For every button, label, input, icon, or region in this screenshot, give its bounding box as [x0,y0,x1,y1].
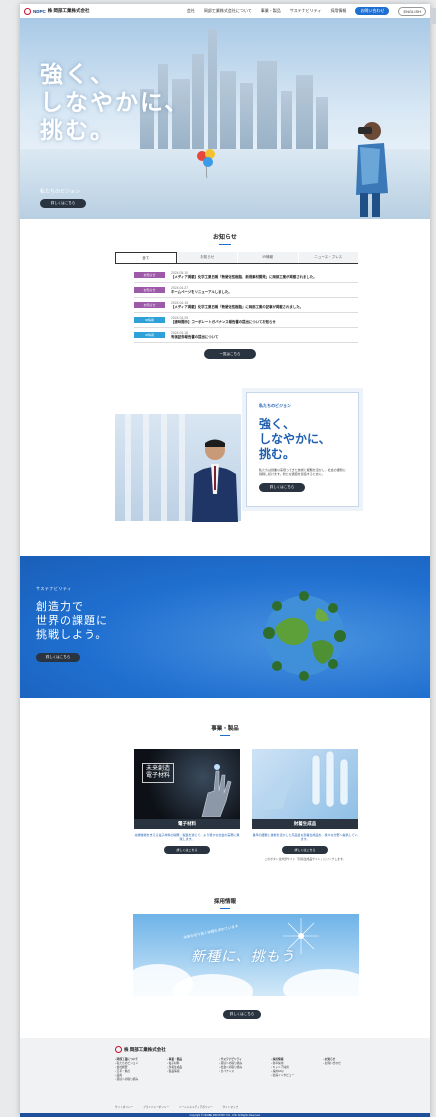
news-item[interactable]: お知らせ 2024.04.15 【メディア掲載】化学工業日報「熱硬化性樹脂」に岡部… [134,298,358,313]
electronic-materials-image: 未来創造 電子材料 [134,749,240,819]
news-tag: お知らせ [134,302,165,308]
vision-eyebrow: 私たちのビジョン [259,403,291,408]
hero-vision-label: 私たちのビジョン [40,189,81,195]
news-tabs: 全て お知らせ IR情報 ニュース・プレス [115,252,358,264]
news-item[interactable]: IR情報 2024.03.29 【適時開示】コーポレートガバナンス報告書の提出につ… [134,313,358,328]
footer-column: サステナビリティ 環境への取り組み 社会への取り組み ガバナンス [219,1058,261,1082]
product-card-sealing[interactable]: 封着生成品 長年の経験と技術を活かした高品質な封着生成品を、様々な分野へ提供して… [252,749,358,861]
news-more-button[interactable]: 一覧はこちら [204,349,256,359]
site-header: NDPC 株 岡部工業株式会社 会社 岡部工業株式会社について 事業・製品 サス… [20,4,430,18]
tab-news[interactable]: お知らせ [176,252,237,263]
news-tag: お知らせ [134,272,165,278]
recruit-headline: 新種に、挑もう [191,948,296,964]
news-tag: IR情報 [134,332,165,338]
site-footer: 株 岡部工業株式会社 岡部工業について 私たちのビジョン 会社概要 沿革・拠点 … [20,1038,430,1117]
news-item[interactable]: お知らせ 2024.05.10 【メディア掲載】化学工業日報「熱硬化性樹脂、新規素… [134,268,358,283]
product-name: 封着生成品 [252,819,358,829]
footer-company-name: 株 岡部工業株式会社 [124,1046,166,1052]
hero-headline: 強く、 しなやかに、 挑む。 [40,61,190,143]
sustainability-heading: 創造力で 世界の課題に 挑戦しよう。 [36,601,108,641]
news-text: ホームページをリニューアルしました。 [171,290,232,294]
test-tubes-icon [262,750,349,809]
tab-press[interactable]: ニュース・プレス [297,252,358,263]
company-logo[interactable]: NDPC 株 岡部工業株式会社 [24,7,90,15]
footer-column: 採用情報 新卒採用 キャリア採用 採用FAQ 社員インタビュー [271,1058,313,1082]
news-text: 【メディア掲載】化学工業日報「熱硬化性樹脂、新規素材開発」に岡部工業が掲載されま… [171,275,317,279]
product-external-note: このボタンは外部サイト「封着生成品サイト」にリンクします。 [264,857,346,862]
vision-card: 私たちのビジョン 強く、 しなやかに、 挑む。 私たちは創業以来培ってきた技術と… [246,392,359,507]
footer-link[interactable]: 社員インタビュー [271,1074,313,1078]
sustainability-more-button[interactable]: 詳しくはこちら [36,653,80,662]
hero-section: 強く、 しなやかに、 挑む。 私たちのビジョン 詳しくはこちら [20,18,430,219]
nav-item-3[interactable]: サステナビリティ [290,8,322,14]
recruit-banner[interactable]: 未来を切り拓く仲間を求めています 新種に、挑もう [133,914,359,996]
contact-button[interactable]: お問い合わせ [355,7,390,15]
footer-link[interactable]: ガバナンス [219,1070,261,1074]
footer-column: 事業・製品 電子材料 封着生成品 製品情報 [167,1058,209,1082]
news-tag: お知らせ [134,287,165,293]
language-button[interactable]: ENGLISH [398,6,426,16]
hero-more-button[interactable]: 詳しくはこちら [40,199,86,208]
product-more-button[interactable]: 詳しくはこちら [164,846,210,855]
footer-bottom-link[interactable]: サイトマップ [223,1105,239,1109]
vision-body: 私たちは創業以来培ってきた技術と経験を活かし、社会の課題に挑戦し続けます。新たな… [259,468,346,477]
boy-with-binoculars-illustration [356,122,388,217]
global-nav: 会社 岡部工業株式会社について 事業・製品 サステナビリティ 採用情報 お問い合… [187,6,426,16]
nav-item-1[interactable]: 岡部工業株式会社について [204,8,252,14]
product-more-button[interactable]: 詳しくはこちら [282,846,328,855]
vision-more-button[interactable]: 詳しくはこちら [259,483,305,493]
nav-item-0[interactable]: 会社 [187,8,195,14]
footer-bottom-links: サイトポリシー プライバシーポリシー ソーシャルメディアポリシー サイトマップ [115,1105,238,1109]
president-photo [192,439,238,522]
news-text: 【適時開示】コーポレートガバナンス報告書の提出についてお知らせ [171,320,276,324]
footer-link[interactable]: 製品情報 [167,1070,209,1074]
news-text: 【メディア掲載】化学工業日報「熱硬化性樹脂」に岡部工業の記事が掲載されました。 [171,305,303,309]
copyright: Copyright © OKABE INDUSTRY CO., LTD. All… [20,1113,430,1117]
news-list: お知らせ 2024.05.10 【メディア掲載】化学工業日報「熱硬化性樹脂、新規素… [134,268,358,343]
footer-column: お知らせ お問い合わせ [323,1058,365,1082]
balloons-illustration [197,149,215,178]
product-desc: 先端技術を支える電子材料の開発・製造を通じて、より豊かな社会の実現に貢献します。 [134,833,240,842]
footer-link[interactable]: 環境への取り組み [115,1078,157,1082]
scrollbar-thumb[interactable] [430,8,436,24]
logo-mark-icon [115,1046,122,1053]
globe-illustration [263,591,346,681]
news-title: お知らせ [20,232,430,245]
sustainability-eyebrow: サステナビリティ [36,586,72,591]
footer-link[interactable]: お問い合わせ [323,1062,365,1066]
recruit-sub-text: 未来を切り拓く仲間を求めています [183,924,239,940]
product-desc: 長年の経験と技術を活かした高品質な封着生成品を、様々な分野へ提供しています。 [252,833,358,842]
footer-column: 岡部工業について 私たちのビジョン 会社概要 沿革・拠点 品質 環境への取り組み [115,1058,157,1082]
company-name: 株 岡部工業株式会社 [47,8,90,13]
logo-mark-icon [24,7,31,15]
product-card-electronic[interactable]: 未来創造 電子材料 電子材料 先端技術を支える電子材料の開発・製造を通じて、より豊… [134,749,240,855]
page: NDPC 株 岡部工業株式会社 会社 岡部工業株式会社について 事業・製品 サス… [20,4,430,1117]
news-tag: IR情報 [134,317,165,323]
robot-hand-icon [201,764,232,817]
tab-ir[interactable]: IR情報 [237,252,298,263]
footer-bottom-link[interactable]: サイトポリシー [115,1105,133,1109]
footer-logo[interactable]: 株 岡部工業株式会社 [115,1046,166,1053]
products-title: 事業・製品 [20,724,430,736]
news-item[interactable]: IR情報 2024.03.18 有価証券報告書の提出について [134,328,358,343]
sustainability-section: サステナビリティ 創造力で 世界の課題に 挑戦しよう。 詳しくはこちら [20,556,430,698]
footer-columns: 岡部工業について 私たちのビジョン 会社概要 沿革・拠点 品質 環境への取り組み… [115,1058,365,1082]
recruit-title: 採用情報 [20,897,430,909]
nav-item-2[interactable]: 事業・製品 [261,8,281,14]
footer-bottom-link[interactable]: プライバシーポリシー [143,1105,169,1109]
news-item[interactable]: お知らせ 2024.04.27 ホームページをリニューアルしました。 [134,283,358,298]
vision-heading: 強く、 しなやかに、 挑む。 [259,417,331,461]
logo-mark-text: NDPC [33,8,46,14]
footer-bottom-link[interactable]: ソーシャルメディアポリシー [179,1105,213,1109]
sealing-products-image [252,749,358,819]
tab-all[interactable]: 全て [115,252,177,263]
product-name: 電子材料 [134,819,240,829]
nav-item-4[interactable]: 採用情報 [330,8,346,14]
news-text: 有価証券報告書の提出について [171,335,219,339]
recruit-more-button[interactable]: 詳しくはこちら [223,1010,261,1019]
